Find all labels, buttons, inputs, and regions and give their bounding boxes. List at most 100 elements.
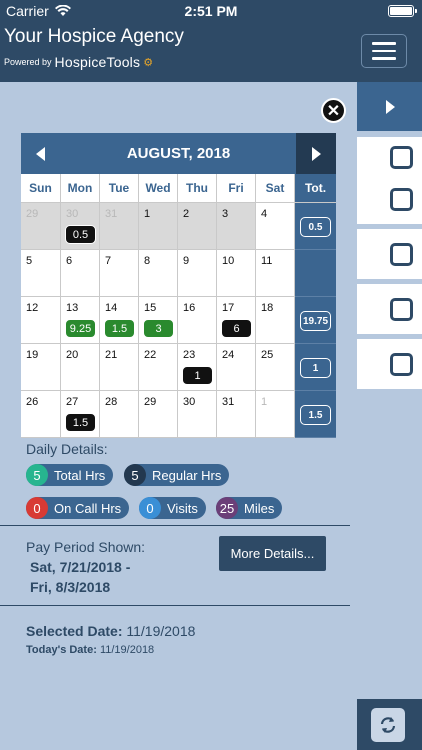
day-number: 20 (66, 349, 79, 361)
checkbox-row[interactable] (357, 339, 422, 389)
selected-date: Selected Date: 11/19/2018 (26, 623, 195, 639)
day-number: 22 (144, 349, 157, 361)
checkbox-row[interactable] (357, 229, 422, 279)
menu-line (372, 49, 396, 53)
day-number: 1 (144, 208, 151, 220)
calendar-day[interactable]: 23 1 (178, 344, 217, 391)
day-number: 17 (222, 302, 235, 314)
calendar-day[interactable]: 5 (21, 250, 61, 297)
calendar-day[interactable]: 7 (100, 250, 139, 297)
calendar-day[interactable]: 1 (139, 203, 178, 250)
day-number: 4 (261, 208, 268, 220)
day-number: 6 (66, 255, 73, 267)
calendar-day[interactable]: 2 (178, 203, 217, 250)
todays-date-label: Today's Date: (26, 644, 97, 656)
weekday-header: Tue (100, 174, 139, 203)
calendar-day[interactable]: 22 (139, 344, 178, 391)
hamburger-menu-button[interactable] (361, 34, 407, 68)
calendar-day[interactable]: 10 (217, 250, 256, 297)
total-hrs-count: 5 (26, 464, 48, 486)
calendar-day[interactable]: 9 (178, 250, 217, 297)
expand-panel-button[interactable] (357, 82, 422, 131)
day-number: 18 (261, 302, 274, 314)
menu-line (372, 57, 396, 60)
calendar-day[interactable]: 25 (256, 344, 295, 391)
calendar-day[interactable]: 8 (139, 250, 178, 297)
calendar-day[interactable]: 30 0.5 (61, 203, 100, 250)
calendar-day[interactable]: 28 (100, 391, 139, 438)
week-total-badge[interactable]: 1 (300, 358, 331, 378)
day-number: 28 (105, 396, 118, 408)
more-details-button[interactable]: More Details... (219, 536, 326, 571)
todays-date-value: 11/19/2018 (99, 644, 155, 656)
powered-by-label: Powered by (4, 57, 52, 67)
week-total-badge[interactable]: 0.5 (300, 217, 331, 237)
calendar-day[interactable]: 14 1.5 (100, 297, 139, 344)
calendar-day[interactable]: 17 6 (217, 297, 256, 344)
calendar-day[interactable]: 13 9.25 (61, 297, 100, 344)
side-panel (357, 82, 422, 750)
calendar-grid: Sun Mon Tue Wed Thu Fri Sat Tot. 29 30 0.5 31 1 2 3 4 0.… (21, 174, 336, 438)
total-header: Tot. (295, 174, 336, 203)
week-total-badge[interactable]: 19.75 (300, 311, 331, 331)
weekday-header: Sun (21, 174, 61, 203)
checkbox[interactable] (390, 243, 413, 266)
calendar-day[interactable]: 11 (256, 250, 295, 297)
month-title: AUGUST, 2018 (126, 145, 231, 162)
calendar-day[interactable]: 24 (217, 344, 256, 391)
checkbox[interactable] (390, 146, 413, 169)
calendar-day[interactable]: 31 (217, 391, 256, 438)
week-total-badge[interactable]: 1.5 (300, 405, 331, 425)
calendar-day[interactable]: 19 (21, 344, 61, 391)
stat-on-call-hrs: 0 On Call Hrs (26, 497, 130, 519)
on-call-hrs-count: 0 (26, 497, 48, 519)
checkbox[interactable] (390, 188, 413, 211)
calendar-day[interactable]: 21 (100, 344, 139, 391)
powered-by: Powered by HospiceTools ⚙ (4, 54, 153, 70)
stat-miles: 25 Miles (216, 497, 283, 519)
week-total-cell: 0.5 (295, 203, 336, 250)
day-number: 31 (105, 208, 118, 220)
checkbox-row[interactable] (357, 284, 422, 334)
calendar-day[interactable]: 4 (256, 203, 295, 250)
battery-icon (388, 5, 417, 17)
brand-logo: HospiceTools (54, 54, 141, 70)
week-total-cell (295, 250, 336, 297)
calendar-day[interactable]: 12 (21, 297, 61, 344)
visits-label: Visits (167, 500, 198, 516)
visits-count: 0 (139, 497, 161, 519)
checkbox-row[interactable] (357, 174, 422, 224)
day-number: 5 (26, 255, 33, 267)
calendar-day[interactable]: 30 (178, 391, 217, 438)
next-month-button[interactable] (296, 133, 336, 174)
hours-badge: 1 (182, 366, 213, 385)
calendar-day[interactable]: 29 (139, 391, 178, 438)
calendar-day[interactable]: 3 (217, 203, 256, 250)
close-icon[interactable]: ✕ (321, 98, 346, 123)
calendar-day[interactable]: 15 3 (139, 297, 178, 344)
calendar-day[interactable]: 31 (100, 203, 139, 250)
selected-date-label: Selected Date: (26, 623, 123, 639)
calendar-day[interactable]: 29 (21, 203, 61, 250)
checkbox[interactable] (390, 353, 413, 376)
weekday-header: Sat (256, 174, 295, 203)
refresh-button[interactable] (371, 708, 405, 742)
daily-details-label: Daily Details: (26, 441, 108, 457)
calendar-day[interactable]: 20 (61, 344, 100, 391)
calendar-day[interactable]: 27 1.5 (61, 391, 100, 438)
calendar-day[interactable]: 26 (21, 391, 61, 438)
calendar: AUGUST, 2018 Sun Mon Tue Wed Thu Fri Sat Tot. 29… (21, 133, 336, 438)
hours-badge: 6 (221, 319, 252, 338)
calendar-day[interactable]: 16 (178, 297, 217, 344)
calendar-day[interactable]: 18 (256, 297, 295, 344)
day-number: 15 (144, 302, 157, 314)
calendar-day[interactable]: 1 (256, 391, 295, 438)
prev-month-button[interactable] (21, 133, 61, 174)
day-number: 29 (26, 208, 39, 220)
calendar-day[interactable]: 6 (61, 250, 100, 297)
regular-hrs-count: 5 (124, 464, 146, 486)
hours-badge: 1.5 (104, 319, 135, 338)
miles-count: 25 (216, 497, 238, 519)
refresh-bar (357, 699, 422, 750)
checkbox[interactable] (390, 298, 413, 321)
